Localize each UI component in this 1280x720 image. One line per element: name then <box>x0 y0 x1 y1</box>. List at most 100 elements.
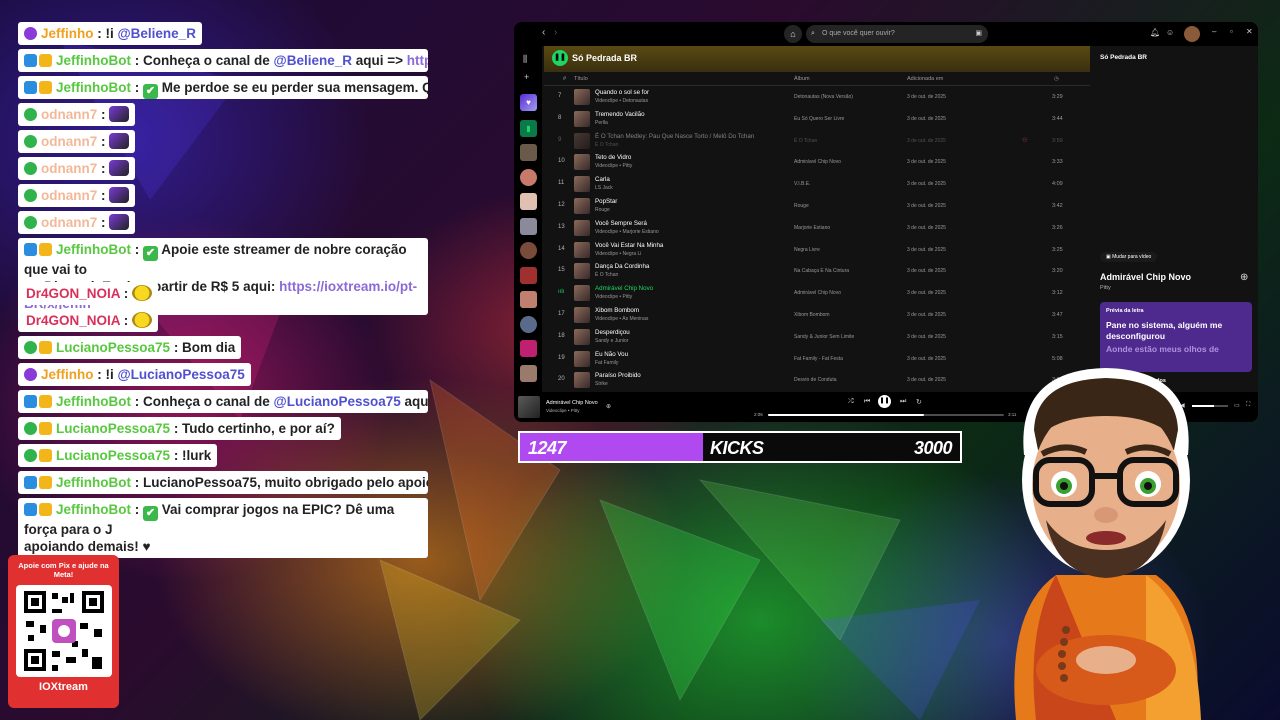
track-title[interactable]: Você Vai Estar Na Minha <box>595 242 663 249</box>
track-title[interactable]: PopStar <box>595 198 617 205</box>
track-album[interactable]: Detonautas (Nova Versão) <box>794 94 853 100</box>
track-album[interactable]: Eu Só Quero Ser Livre <box>794 116 844 122</box>
chat-username[interactable]: JeffinhoBot <box>56 242 131 257</box>
chat-username[interactable]: Dr4GON_NOIA <box>26 313 120 328</box>
track-album[interactable]: Negra Livre <box>794 247 820 253</box>
track-album[interactable]: Desvio de Conduta <box>794 377 837 383</box>
track-row[interactable]: 17 Xibom Bombom Videoclipe • As Meninas Xib… <box>544 304 1090 326</box>
player-title[interactable]: Admirável Chip Novo <box>546 400 598 406</box>
chat-username[interactable]: JeffinhoBot <box>56 394 131 409</box>
track-artist[interactable]: Fat Family <box>595 360 618 366</box>
track-title[interactable]: Você Sempre Será <box>595 220 647 227</box>
minimize-icon[interactable]: – <box>1212 27 1216 36</box>
track-title[interactable]: Xibom Bombom <box>595 307 639 314</box>
forward-icon[interactable]: › <box>554 27 557 38</box>
track-album[interactable]: V.I.B.E. <box>794 181 811 187</box>
library-item-thumbnail[interactable] <box>520 168 537 186</box>
pause-button[interactable]: ❚❚ <box>552 50 568 66</box>
track-title[interactable]: Tremendo Vacilão <box>595 111 645 118</box>
chat-username[interactable]: odnann7 <box>41 188 97 203</box>
chat-username[interactable]: LucianoPessoa75 <box>56 448 170 463</box>
track-title[interactable]: Eu Não Vou <box>595 351 628 358</box>
maximize-icon[interactable]: ▫ <box>1230 27 1233 36</box>
track-title[interactable]: Desperdiçou <box>595 329 630 336</box>
track-artist[interactable]: É O Tchan <box>595 142 618 148</box>
repeat-icon[interactable]: ↻ <box>916 398 922 406</box>
track-album[interactable]: Admirável Chip Novo <box>794 159 841 165</box>
track-row[interactable]: 10 Teto de Vidro Videoclipe • Pitty Admiráv… <box>544 151 1090 173</box>
chat-username[interactable]: LucianoPessoa75 <box>56 340 170 355</box>
track-album[interactable]: Xibom Bombom <box>794 312 830 318</box>
player-cover[interactable] <box>518 396 540 418</box>
library-item-thumbnail[interactable] <box>520 266 537 284</box>
chat-username[interactable]: odnann7 <box>41 215 97 230</box>
previous-icon[interactable]: ⏮ <box>864 398 870 406</box>
home-icon[interactable]: ⌂ <box>784 25 802 43</box>
track-title[interactable]: Admirável Chip Novo <box>595 285 653 292</box>
track-row[interactable]: ıılı Admirável Chip Novo Videoclipe • Pitt… <box>544 282 1090 304</box>
next-icon[interactable]: ⏭ <box>900 398 906 406</box>
track-row[interactable]: 15 Dança Da Cordinha É O Tchan Na Cabaça E … <box>544 260 1090 282</box>
chat-username[interactable]: JeffinhoBot <box>56 475 131 490</box>
track-artist[interactable]: Videoclipe • As Meninas <box>595 316 648 322</box>
track-artist[interactable]: Perlla <box>595 120 608 126</box>
chat-mention[interactable]: @LucianoPessoa75 <box>274 394 401 409</box>
chat-mention[interactable]: @Beliene_R <box>274 53 352 68</box>
track-album[interactable]: Marjorie Estiano <box>794 225 830 231</box>
bell-icon[interactable]: 🔔︎ <box>1150 28 1160 37</box>
track-artist[interactable]: Videoclipe • Pitty <box>595 294 632 300</box>
chat-username[interactable]: Dr4GON_NOIA <box>26 286 120 301</box>
track-title[interactable]: Quando o sol se for <box>595 89 649 96</box>
plus-icon[interactable]: + <box>524 72 529 82</box>
switch-to-video-button[interactable]: ▣ Mudar para vídeo <box>1100 252 1158 262</box>
miniplayer-icon[interactable]: ▭ <box>1234 402 1240 409</box>
track-artist[interactable]: É O Tchan <box>595 272 618 278</box>
track-row[interactable]: 12 PopStar Rouge Rouge 3 de out. de 2025 3:42 <box>544 195 1090 217</box>
track-album[interactable]: Rouge <box>794 203 809 209</box>
library-item-thumbnail[interactable] <box>520 217 537 235</box>
search-input[interactable]: ⌕ O que você quer ouvir? ▣ <box>806 25 988 43</box>
avatar[interactable] <box>1184 26 1200 42</box>
track-title[interactable]: Paraíso Proibido <box>595 372 641 379</box>
track-artist[interactable]: Sandy e Junior <box>595 338 628 344</box>
track-album[interactable]: É O Tchan <box>794 138 817 144</box>
close-icon[interactable]: ✕ <box>1246 27 1253 36</box>
chat-username[interactable]: odnann7 <box>41 107 97 122</box>
track-title[interactable]: É O Tchan Medley: Pau Que Nasce Torto / … <box>595 133 754 140</box>
track-title[interactable]: Carla <box>595 176 610 183</box>
track-row[interactable]: 11 Carla LS Jack V.I.B.E. 3 de out. de 2025 4… <box>544 173 1090 195</box>
track-title[interactable]: Dança Da Cordinha <box>595 263 649 270</box>
track-artist[interactable]: Videoclipe • Negra Li <box>595 251 641 257</box>
track-album[interactable]: Admirável Chip Novo <box>794 290 841 296</box>
track-artist[interactable]: Videoclipe • Detonautas <box>595 98 648 104</box>
progress-bar[interactable] <box>768 414 1004 416</box>
chat-mention[interactable]: @Beliene_R <box>118 26 196 41</box>
track-artist[interactable]: Videoclipe • Marjorie Estiano <box>595 229 659 235</box>
library-item-thumbnail[interactable] <box>520 315 537 333</box>
chat-username[interactable]: LucianoPessoa75 <box>56 421 170 436</box>
col-album[interactable]: Álbum <box>794 76 810 82</box>
col-added[interactable]: Adicionada em <box>907 76 943 82</box>
chat-username[interactable]: JeffinhoBot <box>56 502 131 517</box>
library-icon[interactable]: ⫼ <box>523 54 527 65</box>
library-item-thumbnail[interactable] <box>520 144 537 161</box>
track-title[interactable]: Teto de Vidro <box>595 154 631 161</box>
track-row[interactable]: 9 É O Tchan Medley: Pau Que Nasce Torto /… <box>544 130 1090 152</box>
library-item-thumbnail[interactable] <box>520 340 537 357</box>
track-row[interactable]: 14 Você Vai Estar Na Minha Videoclipe • Ne… <box>544 239 1090 261</box>
track-album[interactable]: Sandy & Junior Sem Limite <box>794 334 854 340</box>
library-item-thumbnail[interactable] <box>520 193 537 210</box>
col-title[interactable]: Título <box>574 76 588 82</box>
play-pause-button[interactable]: ❚❚ <box>878 395 891 408</box>
library-item-thumbnail[interactable] <box>520 364 537 382</box>
col-duration[interactable]: ◷ <box>1054 76 1059 82</box>
track-row[interactable]: 8 Tremendo Vacilão Perlla Eu Só Quero Ser L… <box>544 108 1090 130</box>
chat-username[interactable]: JeffinhoBot <box>56 53 131 68</box>
saved-episodes-icon[interactable]: ▮ <box>520 120 537 137</box>
track-artist[interactable]: Rouge <box>595 207 610 213</box>
liked-songs-icon[interactable]: ♥ <box>520 94 537 111</box>
library-item-thumbnail[interactable] <box>520 291 537 308</box>
friends-icon[interactable]: ☺ <box>1166 28 1174 37</box>
track-artist[interactable]: Videoclipe • Pitty <box>595 163 632 169</box>
add-to-library-icon[interactable]: ⊕ <box>606 403 611 410</box>
